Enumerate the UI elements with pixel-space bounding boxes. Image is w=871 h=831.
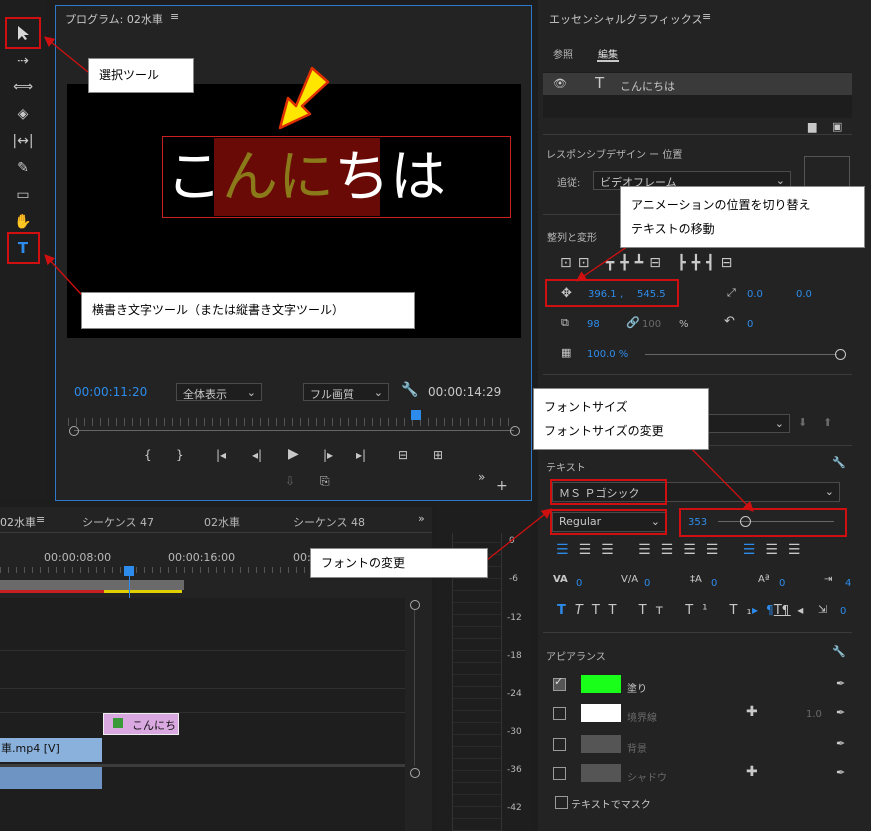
callout-font-size: フォントサイズ フォントサイズの変更: [533, 388, 709, 450]
callout-line: フォントサイズ: [544, 400, 628, 414]
callout-line: フォントサイズの変更: [544, 424, 664, 438]
callout-line: アニメーションの位置を切り替え: [631, 198, 811, 212]
callout-select-tool: 選択ツール: [88, 58, 194, 93]
callout-position: アニメーションの位置を切り替え テキストの移動: [620, 186, 865, 248]
callout-font-change: フォントの変更: [310, 548, 488, 578]
callout-type-tool: 横書き文字ツール（または縦書き文字ツール）: [81, 292, 415, 329]
annotation-arrows: [43, 36, 754, 561]
callout-line: テキストの移動: [631, 222, 715, 236]
